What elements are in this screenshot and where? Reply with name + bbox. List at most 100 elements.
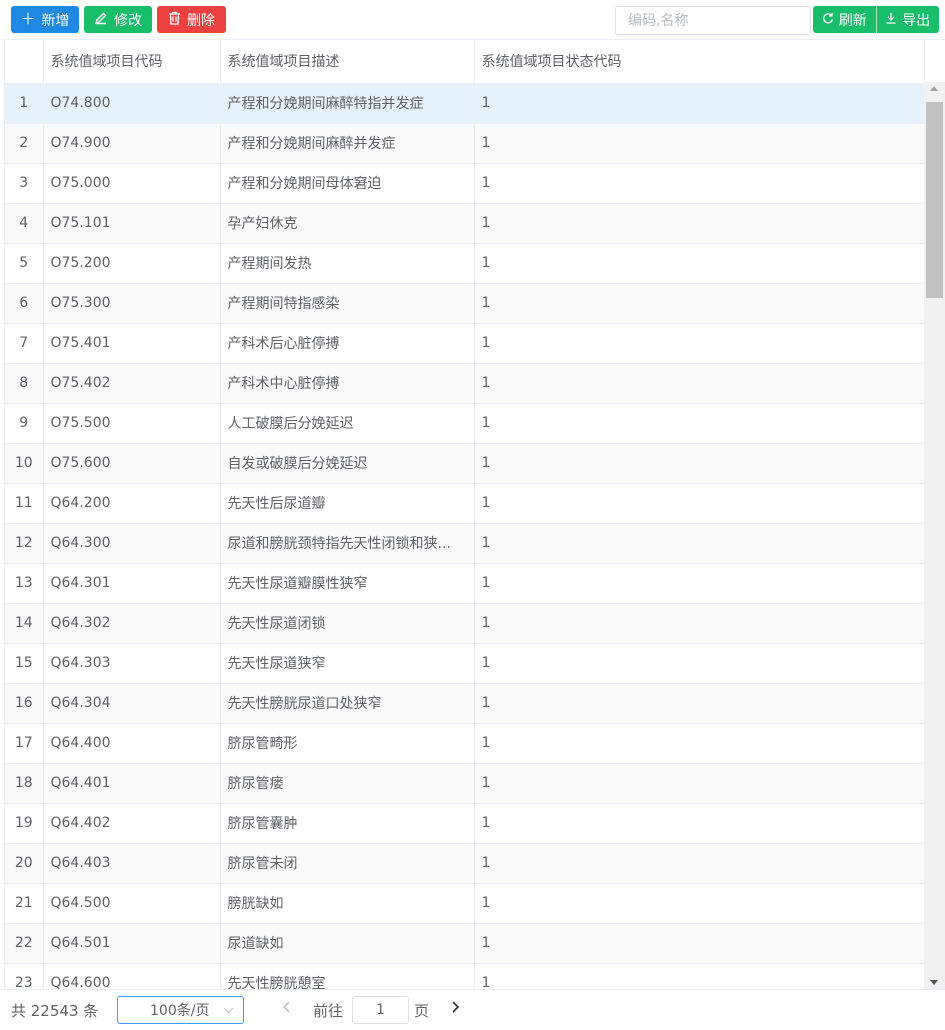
table-row[interactable]: 23 Q64.600 先天性膀胱憩室 1 [5, 963, 925, 989]
table-row[interactable]: 12 Q64.300 尿道和膀胱颈特指先天性闭锁和狭... 1 [5, 523, 925, 564]
refresh-button[interactable]: 刷新 [813, 6, 876, 33]
data-table: 系统值域项目代码 系统值域项目描述 系统值域项目状态代码 1 O74.800 产程和… [4, 39, 945, 989]
refresh-icon [822, 12, 834, 28]
row-index: 18 [5, 763, 44, 804]
table-row[interactable]: 14 Q64.302 先天性尿道闭锁 1 [5, 603, 925, 644]
delete-button[interactable]: 删除 [157, 6, 226, 33]
row-index: 8 [5, 363, 44, 404]
row-description: 先天性尿道瓣膜性狭窄 [220, 563, 475, 604]
table-row[interactable]: 11 Q64.200 先天性后尿道瓣 1 [5, 483, 925, 524]
row-description: 脐尿管未闭 [220, 843, 475, 884]
row-description: 产科术后心脏停搏 [220, 323, 475, 364]
row-index: 15 [5, 643, 44, 684]
row-description: 脐尿管囊肿 [220, 803, 475, 844]
row-code: O75.600 [43, 443, 221, 484]
row-index: 12 [5, 523, 44, 564]
table-row[interactable]: 19 Q64.402 脐尿管囊肿 1 [5, 803, 925, 844]
table-row[interactable]: 18 Q64.401 脐尿管瘘 1 [5, 763, 925, 804]
table-row[interactable]: 10 O75.600 自发或破膜后分娩延迟 1 [5, 443, 925, 484]
row-description: 自发或破膜后分娩延迟 [220, 443, 475, 484]
row-code: Q64.600 [43, 963, 221, 989]
header-description[interactable]: 系统值域项目描述 [220, 40, 475, 84]
page-size-select[interactable]: 100条/页 [117, 996, 244, 1024]
export-button[interactable]: 导出 [875, 6, 939, 33]
row-code: O75.101 [43, 203, 221, 244]
row-description: 产程和分娩期间麻醉特指并发症 [220, 83, 475, 124]
table-row[interactable]: 13 Q64.301 先天性尿道瓣膜性狭窄 1 [5, 563, 925, 604]
export-button-label: 导出 [902, 12, 931, 29]
scroll-up-icon[interactable] [930, 86, 938, 91]
next-page-icon[interactable] [450, 997, 460, 1022]
trash-icon [168, 11, 181, 28]
row-code: Q64.200 [43, 483, 221, 524]
row-description: 脐尿管畸形 [220, 723, 475, 764]
row-description: 人工破膜后分娩延迟 [220, 403, 475, 444]
table-row[interactable]: 2 O74.900 产程和分娩期间麻醉并发症 1 [5, 123, 925, 164]
table-row[interactable]: 5 O75.200 产程期间发热 1 [5, 243, 925, 284]
row-index: 14 [5, 603, 44, 644]
table-row[interactable]: 22 Q64.501 尿道缺如 1 [5, 923, 925, 964]
row-status-code: 1 [474, 523, 925, 564]
row-status-code: 1 [474, 763, 925, 804]
row-index: 13 [5, 563, 44, 604]
edit-button[interactable]: 修改 [84, 6, 152, 33]
pagination: 共 22543 条 100条/页 前往 页 [0, 989, 945, 1030]
row-code: Q64.403 [43, 843, 221, 884]
row-code: Q64.501 [43, 923, 221, 964]
vertical-scrollbar[interactable] [924, 82, 945, 989]
page-unit-label: 页 [414, 1002, 430, 1020]
row-description: 先天性尿道狭窄 [220, 643, 475, 684]
scroll-down-icon[interactable] [930, 980, 938, 985]
table-row[interactable]: 1 O74.800 产程和分娩期间麻醉特指并发症 1 [5, 83, 925, 124]
table-row[interactable]: 7 O75.401 产科术后心脏停搏 1 [5, 323, 925, 364]
row-code: O75.000 [43, 163, 221, 204]
header-status-code[interactable]: 系统值域项目状态代码 [474, 40, 925, 84]
row-status-code: 1 [474, 363, 925, 404]
row-index: 21 [5, 883, 44, 924]
row-code: Q64.401 [43, 763, 221, 804]
add-button[interactable]: ＋ 新增 [11, 6, 79, 33]
table-row[interactable]: 15 Q64.303 先天性尿道狭窄 1 [5, 643, 925, 684]
row-description: 产程期间发热 [220, 243, 475, 284]
row-status-code: 1 [474, 83, 925, 124]
header-code[interactable]: 系统值域项目代码 [43, 40, 221, 84]
row-index: 7 [5, 323, 44, 364]
row-status-code: 1 [474, 923, 925, 964]
row-index: 2 [5, 123, 44, 164]
row-code: O75.200 [43, 243, 221, 284]
search-input[interactable] [615, 6, 811, 35]
row-index: 17 [5, 723, 44, 764]
add-button-label: 新增 [41, 12, 70, 29]
table-row[interactable]: 6 O75.300 产程期间特指感染 1 [5, 283, 925, 324]
row-description: 孕产妇休克 [220, 203, 475, 244]
row-index: 16 [5, 683, 44, 724]
table-row[interactable]: 4 O75.101 孕产妇休克 1 [5, 203, 925, 244]
chevron-down-icon [223, 1000, 234, 1024]
table-row[interactable]: 16 Q64.304 先天性膀胱尿道口处狭窄 1 [5, 683, 925, 724]
row-description: 尿道和膀胱颈特指先天性闭锁和狭... [220, 523, 475, 564]
table-row[interactable]: 17 Q64.400 脐尿管畸形 1 [5, 723, 925, 764]
table-row[interactable]: 9 O75.500 人工破膜后分娩延迟 1 [5, 403, 925, 444]
scrollbar-thumb[interactable] [926, 102, 943, 298]
total-count: 共 22543 条 [11, 1002, 99, 1020]
row-status-code: 1 [474, 443, 925, 484]
table-row[interactable]: 21 Q64.500 膀胱缺如 1 [5, 883, 925, 924]
page-number-input[interactable] [352, 996, 409, 1024]
row-status-code: 1 [474, 723, 925, 764]
row-code: Q64.304 [43, 683, 221, 724]
row-index: 22 [5, 923, 44, 964]
action-button-group: 刷新 导出 [813, 6, 939, 33]
table-row[interactable]: 3 O75.000 产程和分娩期间母体窘迫 1 [5, 163, 925, 204]
row-index: 9 [5, 403, 44, 444]
row-index: 3 [5, 163, 44, 204]
row-description: 先天性尿道闭锁 [220, 603, 475, 644]
table-row[interactable]: 8 O75.402 产科术中心脏停搏 1 [5, 363, 925, 404]
row-code: O75.300 [43, 283, 221, 324]
row-status-code: 1 [474, 843, 925, 884]
row-status-code: 1 [474, 883, 925, 924]
prev-page-icon[interactable] [282, 997, 292, 1022]
row-status-code: 1 [474, 403, 925, 444]
row-index: 6 [5, 283, 44, 324]
row-description: 产科术中心脏停搏 [220, 363, 475, 404]
table-row[interactable]: 20 Q64.403 脐尿管未闭 1 [5, 843, 925, 884]
